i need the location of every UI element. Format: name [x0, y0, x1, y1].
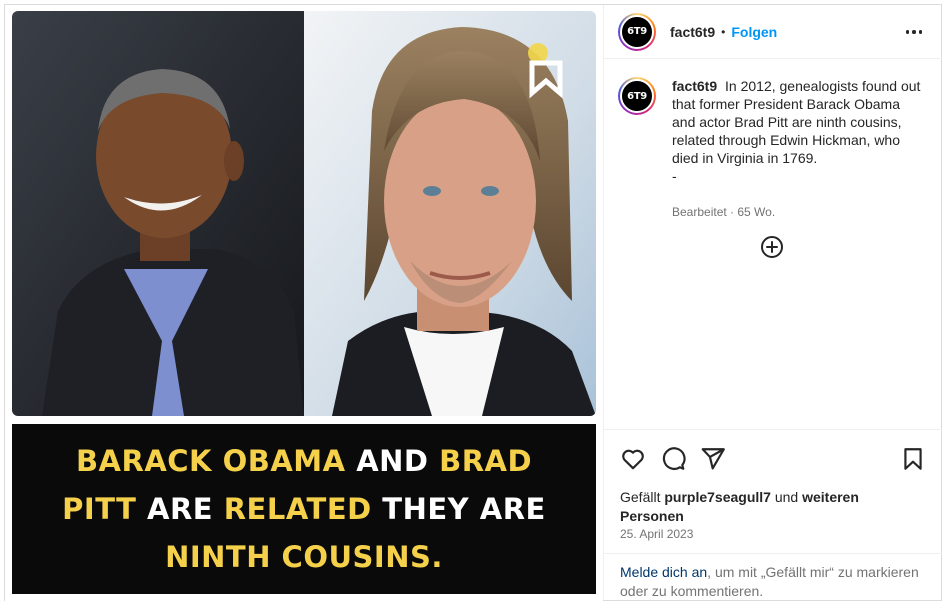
- send-icon[interactable]: [700, 446, 726, 472]
- image-text-line-1: BARACK OBAMA AND BRAD: [76, 439, 532, 483]
- caption-body: fact6t9 In 2012, genealogists found out …: [672, 77, 922, 221]
- plus-circle-icon[interactable]: [760, 235, 784, 259]
- image-text-segment: BARACK OBAMA: [75, 444, 357, 478]
- login-link[interactable]: Melde dich an: [620, 564, 707, 580]
- image-text-segment: AND: [356, 444, 440, 478]
- image-text-segment: RELATED: [223, 492, 383, 526]
- bookmark-icon[interactable]: [900, 446, 926, 472]
- image-text-banner: BARACK OBAMA AND BRAD PITT ARE RELATED T…: [12, 424, 596, 594]
- heart-icon[interactable]: [620, 446, 646, 472]
- image-text-line-3: NINTH COUSINS.: [165, 535, 443, 579]
- image-text-segment: ARE: [147, 492, 224, 526]
- caption-suffix: -: [672, 168, 677, 184]
- image-text-segment: BRAD: [439, 444, 533, 478]
- login-prompt: Melde dich an, um mit „Gefällt mir“ zu m…: [604, 553, 942, 600]
- image-text-line-2: PITT ARE RELATED THEY ARE: [62, 487, 546, 531]
- more-horizontal-icon[interactable]: [902, 22, 926, 42]
- post-sidebar: 6T9 fact6t9 • Folgen 6T9 fact6t9 In 2012…: [603, 5, 942, 600]
- likes-middle: und: [770, 489, 803, 505]
- post-media[interactable]: BARACK OBAMA AND BRAD PITT ARE RELATED T…: [5, 5, 603, 602]
- edited-label: Bearbeitet: [672, 205, 727, 219]
- edited-info: Bearbeitet · 65 Wo.: [672, 203, 922, 221]
- edited-sep: ·: [726, 205, 738, 219]
- image-text-segment: THEY ARE: [382, 492, 546, 526]
- header-username[interactable]: fact6t9: [670, 24, 715, 40]
- post-header: 6T9 fact6t9 • Folgen: [604, 5, 942, 59]
- avatar-text: 6T9: [627, 26, 647, 37]
- post-actions: Gefällt purple7seagull7 und weiteren Per…: [604, 429, 942, 553]
- caption-avatar-text: 6T9: [627, 90, 647, 102]
- edited-time[interactable]: 65 Wo.: [737, 205, 775, 219]
- post-date[interactable]: 25. April 2023: [620, 527, 693, 541]
- post-photo: [12, 11, 596, 416]
- image-text-segment: NINTH COUSINS.: [165, 540, 443, 574]
- follow-button[interactable]: Folgen: [731, 24, 777, 40]
- avatar[interactable]: 6T9: [618, 12, 656, 51]
- header-dot: •: [721, 24, 726, 39]
- comment-icon[interactable]: [660, 446, 686, 472]
- likes-summary: Gefällt purple7seagull7 und weiteren Per…: [620, 488, 920, 526]
- post-dialog: BARACK OBAMA AND BRAD PITT ARE RELATED T…: [4, 4, 942, 602]
- likes-prefix: Gefällt: [620, 489, 665, 505]
- photo-illustration: [12, 11, 596, 416]
- likes-user[interactable]: purple7seagull7: [664, 489, 771, 505]
- caption-comment: 6T9 fact6t9 In 2012, genealogists found …: [618, 77, 928, 221]
- caption-avatar[interactable]: 6T9: [618, 77, 656, 115]
- image-text-segment: PITT: [62, 492, 148, 526]
- caption-username[interactable]: fact6t9: [672, 78, 717, 94]
